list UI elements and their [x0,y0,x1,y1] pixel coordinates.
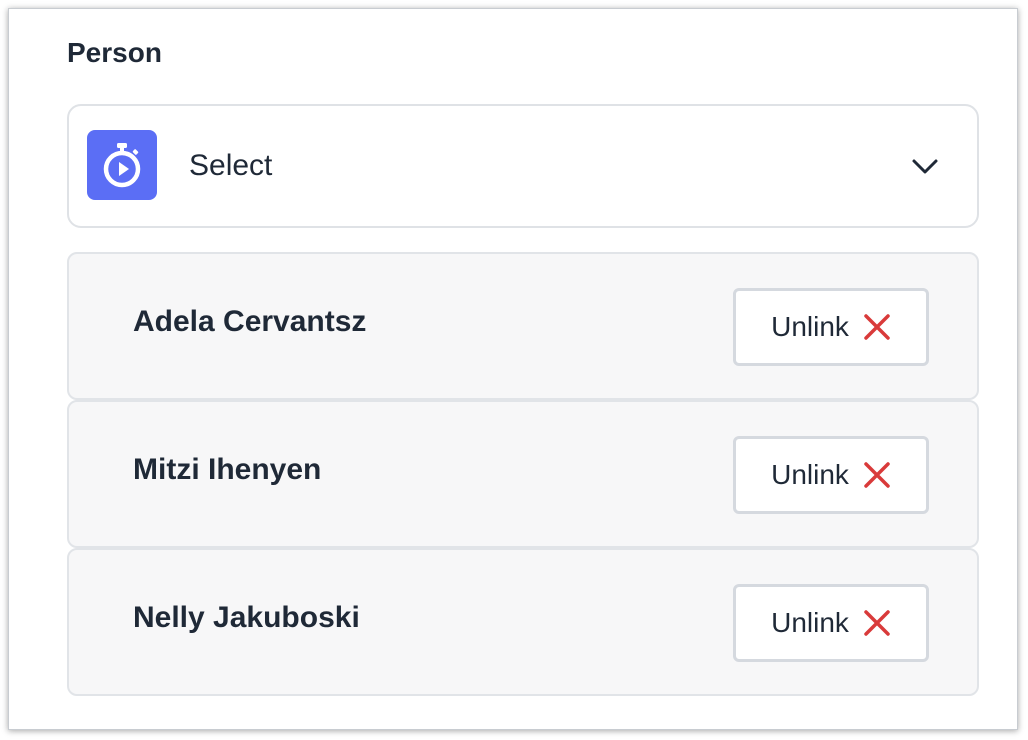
unlink-label: Unlink [771,311,849,342]
person-select-dropdown[interactable]: Select [67,104,979,228]
linked-person-row: Mitzi Ihenyen Unlink [67,400,979,548]
chevron-down-icon [912,159,938,174]
select-placeholder: Select [189,149,273,182]
close-x-icon [864,314,890,340]
person-name: Nelly Jakuboski [133,601,360,634]
stopwatch-icon [87,130,157,200]
section-title: Person [67,37,162,68]
linked-person-row: Nelly Jakuboski Unlink [67,548,979,696]
unlink-label: Unlink [771,607,849,638]
close-x-icon [864,610,890,636]
unlink-button[interactable]: Unlink [733,584,929,662]
unlink-label: Unlink [771,459,849,490]
unlink-button[interactable]: Unlink [733,436,929,514]
close-x-icon [864,462,890,488]
unlink-button[interactable]: Unlink [733,288,929,366]
person-name: Mitzi Ihenyen [133,453,322,486]
person-panel: Person Select Adela Cervantsz Unlink Mit… [8,8,1018,730]
person-name: Adela Cervantsz [133,305,367,338]
linked-person-row: Adela Cervantsz Unlink [67,252,979,400]
